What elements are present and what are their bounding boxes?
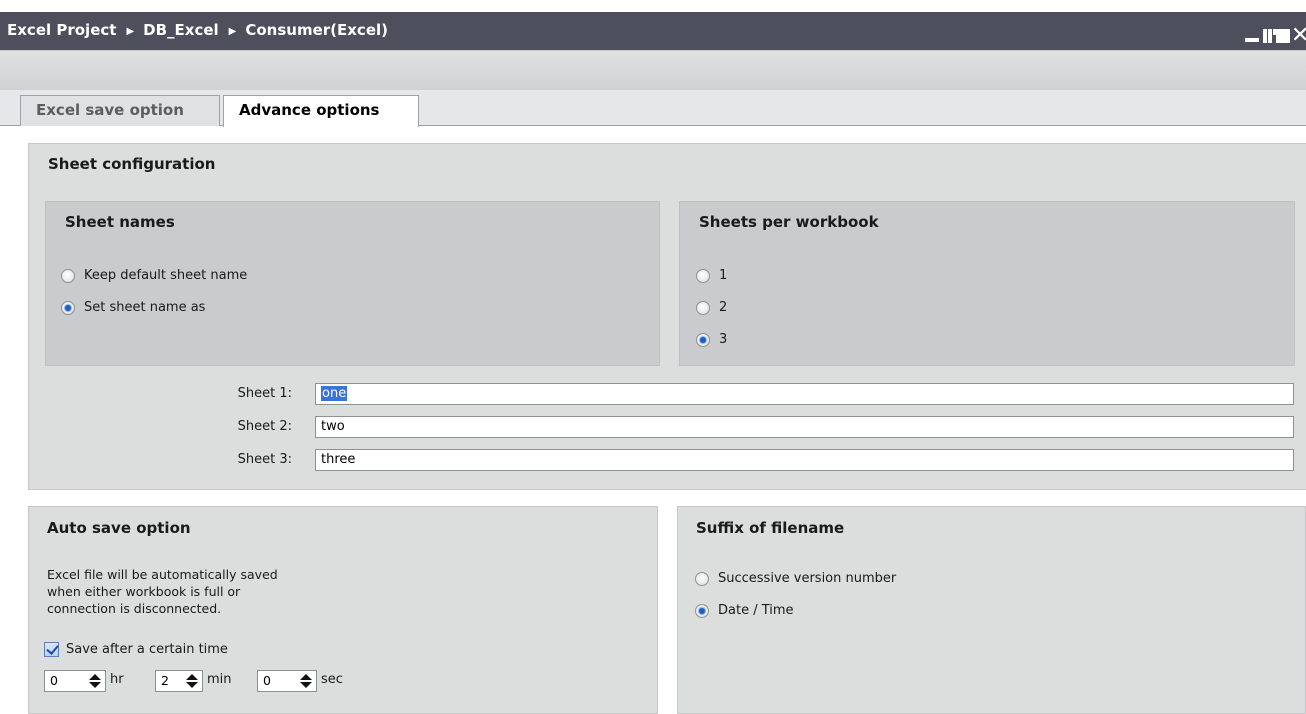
radio-label: Successive version number (718, 571, 897, 586)
radio-unchecked-icon (696, 268, 710, 283)
radio-successive-version-number[interactable]: Successive version number (695, 571, 896, 586)
radio-date-time[interactable]: Date / Time (695, 603, 794, 618)
suffix-title: Suffix of filename (696, 519, 845, 537)
radio-checked-icon (695, 603, 709, 618)
hours-stepper[interactable]: 0 (44, 670, 106, 692)
seconds-value: 0 (263, 673, 271, 688)
checkbox-checked-icon (44, 642, 59, 657)
close-icon[interactable]: ✕ (1291, 25, 1306, 48)
auto-save-title: Auto save option (47, 519, 191, 537)
breadcrumb-arrow-icon: ▶ (126, 26, 135, 37)
seconds-unit: sec (321, 672, 343, 687)
spin-arrows-icon[interactable] (86, 672, 104, 690)
tab-strip: Excel save option Advance options (0, 90, 1306, 127)
radio-sheets-3[interactable]: 3 (696, 332, 727, 347)
sheet-3-input[interactable]: three (315, 449, 1294, 471)
description-line: Excel file will be automatically saved (47, 567, 278, 582)
hours-unit: hr (110, 672, 124, 687)
sheet-1-value: one (321, 386, 348, 401)
radio-checked-icon (696, 332, 710, 347)
sheet-configuration-title: Sheet configuration (48, 155, 216, 173)
title-bar: Excel Project ▶ DB_Excel ▶ Consumer(Excel) ✕ (0, 12, 1306, 50)
sheet-names-title: Sheet names (65, 213, 175, 231)
spin-arrows-icon[interactable] (183, 672, 201, 690)
radio-keep-default-sheet-name[interactable]: Keep default sheet name (61, 268, 247, 283)
sheet-1-input[interactable]: one (315, 383, 1294, 405)
auto-save-panel: Auto save option Excel file will be auto… (28, 506, 658, 714)
radio-label: 1 (719, 268, 728, 283)
sheet-3-label: Sheet 3: (237, 452, 292, 467)
spin-arrows-icon[interactable] (297, 672, 315, 690)
sheet-2-label: Sheet 2: (237, 419, 292, 434)
toolbar (0, 50, 1306, 90)
radio-label: 3 (719, 332, 728, 347)
radio-label: 2 (719, 300, 728, 315)
maximize-icon[interactable] (1276, 29, 1290, 51)
minutes-stepper[interactable]: 2 (155, 670, 203, 692)
minimize-icon[interactable] (1245, 24, 1259, 46)
radio-sheets-1[interactable]: 1 (696, 268, 727, 283)
save-after-time-checkbox[interactable]: Save after a certain time (44, 642, 228, 657)
radio-label: Set sheet name as (84, 300, 206, 315)
seconds-stepper[interactable]: 0 (257, 670, 317, 692)
radio-sheets-2[interactable]: 2 (696, 300, 727, 315)
radio-unchecked-icon (695, 571, 709, 586)
breadcrumb-item-consumer[interactable]: Consumer(Excel) (245, 21, 388, 39)
sheet-names-group: Sheet names Keep default sheet name Set … (45, 201, 660, 366)
sheet-1-label: Sheet 1: (237, 386, 292, 401)
tab-excel-save-option[interactable]: Excel save option (20, 95, 220, 126)
breadcrumb: Excel Project ▶ DB_Excel ▶ Consumer(Excel) (7, 21, 388, 39)
tab-advance-options[interactable]: Advance options (223, 95, 419, 127)
radio-unchecked-icon (61, 268, 75, 283)
description-line: connection is disconnected. (47, 601, 222, 616)
radio-checked-icon (61, 300, 75, 315)
auto-save-description: Excel file will be automatically saved w… (47, 566, 278, 617)
radio-label: Date / Time (718, 603, 794, 618)
radio-unchecked-icon (696, 300, 710, 315)
minutes-value: 2 (161, 673, 169, 688)
hours-value: 0 (50, 673, 58, 688)
breadcrumb-item-db[interactable]: DB_Excel (143, 21, 219, 39)
sheet-2-input[interactable]: two (315, 416, 1294, 438)
breadcrumb-arrow-icon: ▶ (228, 26, 237, 37)
checkbox-label: Save after a certain time (66, 642, 228, 657)
sheets-per-workbook-group: Sheets per workbook 1 2 3 (679, 201, 1295, 366)
sheet-configuration-panel: Sheet configuration Sheet names Keep def… (28, 143, 1306, 490)
breadcrumb-item-project[interactable]: Excel Project (7, 21, 116, 39)
sheets-per-workbook-title: Sheets per workbook (699, 213, 879, 231)
radio-label: Keep default sheet name (84, 268, 248, 283)
radio-set-sheet-name-as[interactable]: Set sheet name as (61, 300, 205, 315)
minutes-unit: min (207, 672, 232, 687)
suffix-of-filename-panel: Suffix of filename Successive version nu… (677, 506, 1306, 714)
description-line: when either workbook is full or (47, 584, 241, 599)
